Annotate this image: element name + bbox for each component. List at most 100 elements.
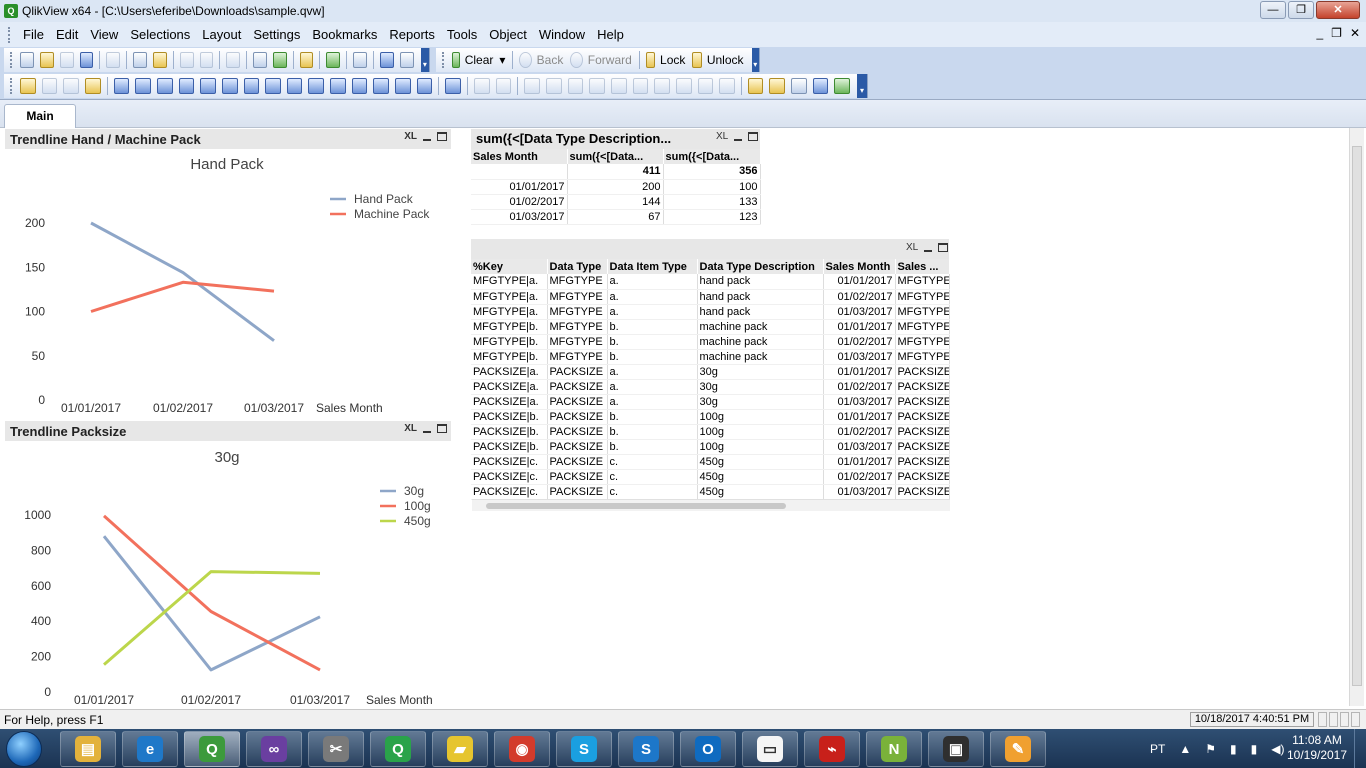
scrollbar-thumb[interactable] [1352, 146, 1362, 686]
table-cell[interactable]: PACKSIZE|c. [471, 454, 548, 470]
text-object-icon[interactable] [286, 78, 303, 94]
table-cell[interactable]: PACKSIZE [895, 484, 950, 500]
adjust-left-icon[interactable] [697, 78, 714, 94]
clear-icon[interactable] [451, 52, 460, 68]
current-selections-icon[interactable] [243, 78, 260, 94]
align-middle-icon[interactable] [610, 78, 627, 94]
redo-icon[interactable] [199, 52, 214, 68]
back-button[interactable]: Back [537, 53, 564, 67]
tab-main[interactable]: Main [4, 104, 76, 129]
table-cell[interactable]: MFGTYPE [895, 304, 950, 320]
minimize-object-icon[interactable] [734, 138, 743, 141]
sheet-vertical-scrollbar[interactable] [1349, 128, 1364, 706]
table-cell[interactable]: b. [607, 424, 698, 440]
series-line-100g[interactable] [103, 514, 321, 672]
print-icon[interactable] [106, 52, 121, 68]
table-cell[interactable]: MFGTYPE [547, 349, 608, 365]
align-bottom-icon[interactable] [589, 78, 605, 94]
taskbar-visual-studio-button[interactable]: ∞ [246, 731, 302, 767]
reload-data-icon[interactable] [152, 52, 167, 68]
menu-layout[interactable]: Layout [196, 25, 247, 45]
context-help-icon[interactable] [399, 52, 414, 68]
taskbar-sticky-notes-button[interactable]: ▰ [432, 731, 488, 767]
taskbar-acrobat-button[interactable]: ⌁ [804, 731, 860, 767]
search-object-icon[interactable] [373, 78, 390, 94]
scrollbar-thumb[interactable] [486, 503, 786, 509]
table-cell[interactable]: b. [607, 319, 698, 335]
taskbar-document-viewer-button[interactable]: ▭ [742, 731, 798, 767]
power-icon[interactable]: ▮ [1230, 742, 1237, 756]
table-cell[interactable]: 01/01/2017 [823, 454, 896, 470]
chart-icon[interactable] [200, 78, 216, 94]
table-cell[interactable]: c. [607, 484, 698, 500]
table-cell[interactable]: PACKSIZE [895, 454, 950, 470]
menu-help[interactable]: Help [591, 25, 630, 45]
menu-edit[interactable]: Edit [50, 25, 84, 45]
table-cell[interactable]: b. [607, 439, 698, 455]
table-cell[interactable]: 01/02/2017 [823, 424, 896, 440]
table-cell[interactable]: hand pack [697, 304, 824, 320]
table-cell[interactable]: 30g [697, 364, 824, 380]
pivot-header-expr2[interactable]: sum({<[Data... [663, 149, 761, 164]
table-cell[interactable]: 01/02/2017 [823, 289, 896, 305]
multi-box-icon[interactable] [156, 78, 173, 94]
undo-icon[interactable] [179, 52, 194, 68]
table-cell[interactable]: PACKSIZE|c. [471, 484, 548, 500]
table-cell[interactable]: 01/02/2017 [823, 334, 896, 350]
menu-bookmarks[interactable]: Bookmarks [306, 25, 383, 45]
table-cell[interactable]: 100g [697, 424, 824, 440]
table-cell[interactable]: MFGTYPE [895, 289, 950, 305]
table-cell[interactable]: 30g [697, 394, 824, 410]
open-folder-icon[interactable] [39, 52, 54, 68]
taskbar-clock[interactable]: 11:08 AM 10/19/2017 [1282, 733, 1352, 763]
export-excel-icon[interactable]: XL [906, 242, 918, 253]
table-cell[interactable]: 01/03/2017 [823, 349, 896, 365]
table-cell[interactable]: PACKSIZE|b. [471, 424, 548, 440]
table-cell[interactable]: PACKSIZE|b. [471, 439, 548, 455]
table-cell[interactable]: b. [607, 409, 698, 425]
list-box-icon[interactable] [113, 78, 130, 94]
help-icon[interactable] [379, 52, 394, 68]
table-cell[interactable]: 01/02/2017 [823, 469, 896, 485]
menu-selections[interactable]: Selections [124, 25, 196, 45]
table-cell[interactable]: MFGTYPE [547, 289, 608, 305]
table-cell[interactable]: c. [607, 469, 698, 485]
table-cell[interactable]: 450g [697, 469, 824, 485]
chart1-caption[interactable]: Trendline Hand / Machine Pack XL [5, 129, 451, 149]
menu-file[interactable]: File [17, 25, 50, 45]
table-cell[interactable]: MFGTYPE|b. [471, 334, 548, 350]
table-cell[interactable]: PACKSIZE|a. [471, 379, 548, 395]
export-excel-icon[interactable]: XL [716, 131, 728, 142]
table-cell[interactable]: PACKSIZE [895, 439, 950, 455]
start-button-icon[interactable] [6, 731, 42, 767]
minimize-button[interactable]: — [1260, 1, 1286, 19]
table-cell[interactable]: MFGTYPE [547, 334, 608, 350]
table-cell[interactable]: PACKSIZE|a. [471, 364, 548, 380]
chart1-area[interactable]: Hand Pack Hand Pack Machine Pack 0 50 100 1… [5, 149, 451, 419]
table-cell[interactable]: hand pack [697, 289, 824, 305]
table-cell[interactable]: MFGTYPE|a. [471, 289, 548, 305]
mdi-restore-button[interactable]: ❐ [1331, 26, 1342, 40]
table-cell[interactable]: MFGTYPE|b. [471, 319, 548, 335]
table-cell[interactable]: 01/03/2017 [823, 394, 896, 410]
design-grid-icon[interactable] [495, 78, 512, 94]
table-cell[interactable]: PACKSIZE [547, 379, 608, 395]
table-header-sales-month[interactable]: Sales Month [823, 259, 896, 274]
table-cell[interactable]: PACKSIZE [547, 469, 608, 485]
reload-icon[interactable] [59, 52, 74, 68]
bookmark-star-icon[interactable] [326, 52, 341, 68]
menu-object[interactable]: Object [483, 25, 533, 45]
table-cell[interactable]: PACKSIZE [547, 454, 608, 470]
menu-tools[interactable]: Tools [441, 25, 483, 45]
taskbar-file-explorer-button[interactable]: ▤ [60, 731, 116, 767]
action-center-flag-icon[interactable]: ⚑ [1205, 742, 1216, 756]
taskbar-qlikview-button[interactable]: Q [184, 731, 240, 767]
table-cell[interactable]: a. [607, 274, 698, 290]
table-cell[interactable]: MFGTYPE [895, 334, 950, 350]
table-header-key[interactable]: %Key [471, 259, 548, 274]
table-cell[interactable]: MFGTYPE|a. [471, 274, 548, 290]
toolbar-overflow-icon[interactable]: ▾ [857, 74, 867, 98]
taskbar-tools-button[interactable]: ✂ [308, 731, 364, 767]
variable-overview-icon[interactable] [791, 78, 807, 94]
table-cell[interactable]: a. [607, 394, 698, 410]
